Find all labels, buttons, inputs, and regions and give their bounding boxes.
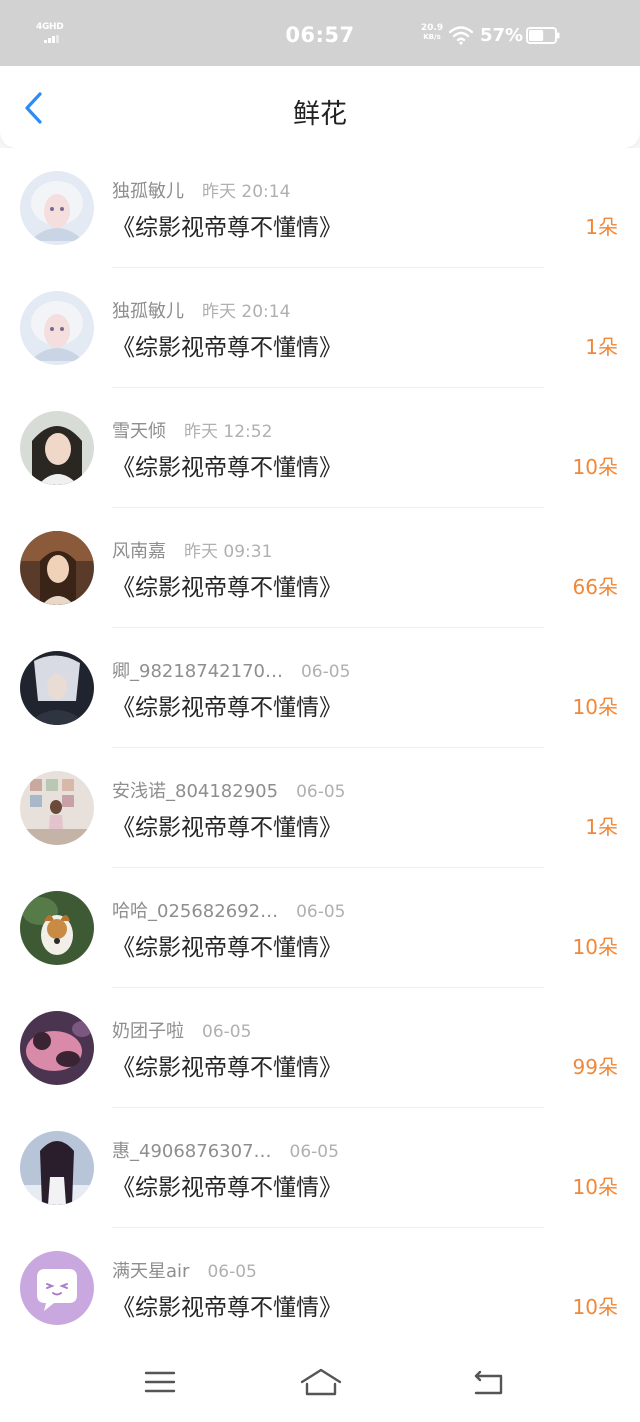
item-meta: 满天星air 06-05 [112, 1257, 257, 1283]
item-meta: 独孤敏儿 昨天 20:14 [112, 297, 291, 323]
user-name[interactable]: 奶团子啦 [112, 1017, 184, 1043]
list-item[interactable]: 卿_98218742170… 06-05 《综影视帝尊不懂情》 10朵 [0, 628, 640, 748]
list-item[interactable]: 独孤敏儿 昨天 20:14 《综影视帝尊不懂情》 1朵 [0, 148, 640, 268]
battery-percent: 57% [480, 25, 524, 46]
book-title[interactable]: 《综影视帝尊不懂情》 [112, 568, 342, 602]
status-bar: 4GHD 06:57 20.9 KB/s 57% [0, 0, 640, 66]
avatar[interactable] [20, 411, 94, 485]
menu-icon[interactable] [140, 1364, 180, 1400]
item-time: 06-05 [296, 902, 346, 922]
speed-value: 20.9 [420, 23, 444, 33]
user-name[interactable]: 满天星air [112, 1257, 189, 1283]
user-name[interactable]: 雪天倾 [112, 417, 166, 443]
avatar[interactable] [20, 531, 94, 605]
speed-unit: KB/s [423, 33, 441, 41]
list-item[interactable]: 安浅诺_804182905 06-05 《综影视帝尊不懂情》 1朵 [0, 748, 640, 868]
item-meta: 独孤敏儿 昨天 20:14 [112, 177, 291, 203]
list-item[interactable]: 雪天倾 昨天 12:52 《综影视帝尊不懂情》 10朵 [0, 388, 640, 508]
avatar[interactable] [20, 1011, 94, 1085]
flower-count: 10朵 [572, 455, 618, 479]
back-icon[interactable] [468, 1364, 508, 1400]
avatar[interactable] [20, 651, 94, 725]
flower-count: 99朵 [572, 1055, 618, 1079]
flower-count: 10朵 [572, 1175, 618, 1199]
item-time: 昨天 20:14 [202, 302, 291, 322]
item-time: 昨天 12:52 [184, 422, 273, 442]
item-meta: 安浅诺_804182905 06-05 [112, 777, 346, 803]
user-name[interactable]: 风南嘉 [112, 537, 166, 563]
flower-count: 10朵 [572, 695, 618, 719]
book-title[interactable]: 《综影视帝尊不懂情》 [112, 928, 342, 962]
item-time: 06-05 [202, 1022, 252, 1042]
flower-count: 10朵 [572, 1295, 618, 1319]
avatar[interactable] [20, 291, 94, 365]
user-name[interactable]: 卿_98218742170… [112, 657, 283, 683]
avatar[interactable] [20, 771, 94, 845]
list-item[interactable]: 惠_4906876307… 06-05 《综影视帝尊不懂情》 10朵 [0, 1108, 640, 1228]
user-name[interactable]: 独孤敏儿 [112, 297, 184, 323]
flower-count: 1朵 [585, 335, 618, 359]
item-time: 06-05 [289, 1142, 339, 1162]
list-item[interactable]: 风南嘉 昨天 09:31 《综影视帝尊不懂情》 66朵 [0, 508, 640, 628]
book-title[interactable]: 《综影视帝尊不懂情》 [112, 448, 342, 482]
list-item[interactable]: 哈哈_025682692… 06-05 《综影视帝尊不懂情》 10朵 [0, 868, 640, 988]
system-nav-bar [0, 1342, 640, 1422]
flower-count: 1朵 [585, 215, 618, 239]
avatar[interactable] [20, 891, 94, 965]
wifi-icon [449, 26, 473, 45]
book-title[interactable]: 《综影视帝尊不懂情》 [112, 1048, 342, 1082]
list-item[interactable]: 奶团子啦 06-05 《综影视帝尊不懂情》 99朵 [0, 988, 640, 1108]
avatar[interactable] [20, 171, 94, 245]
item-time: 06-05 [296, 782, 346, 802]
book-title[interactable]: 《综影视帝尊不懂情》 [112, 1168, 342, 1202]
item-time: 06-05 [207, 1262, 257, 1282]
item-time: 昨天 20:14 [202, 182, 291, 202]
battery-icon [526, 27, 560, 44]
app-header: 鲜花 [0, 66, 640, 148]
user-name[interactable]: 安浅诺_804182905 [112, 777, 278, 803]
list-item[interactable]: 独孤敏儿 昨天 20:14 《综影视帝尊不懂情》 1朵 [0, 268, 640, 388]
book-title[interactable]: 《综影视帝尊不懂情》 [112, 328, 342, 362]
user-name[interactable]: 哈哈_025682692… [112, 897, 278, 923]
user-name[interactable]: 惠_4906876307… [112, 1137, 272, 1163]
network-speed: 20.9 KB/s [418, 24, 446, 42]
book-title[interactable]: 《综影视帝尊不懂情》 [112, 1288, 342, 1322]
flower-list: 独孤敏儿 昨天 20:14 《综影视帝尊不懂情》 1朵 独孤敏儿 昨天 20:14 … [0, 148, 640, 1342]
list-item[interactable]: 满天星air 06-05 《综影视帝尊不懂情》 10朵 [0, 1228, 640, 1348]
book-title[interactable]: 《综影视帝尊不懂情》 [112, 688, 342, 722]
item-meta: 雪天倾 昨天 12:52 [112, 417, 273, 443]
flower-count: 10朵 [572, 935, 618, 959]
flower-count: 66朵 [572, 575, 618, 599]
avatar[interactable] [20, 1131, 94, 1205]
book-title[interactable]: 《综影视帝尊不懂情》 [112, 208, 342, 242]
item-meta: 奶团子啦 06-05 [112, 1017, 252, 1043]
avatar[interactable] [20, 1251, 94, 1325]
item-time: 06-05 [300, 662, 351, 682]
item-meta: 卿_98218742170… 06-05 [112, 657, 351, 683]
item-meta: 风南嘉 昨天 09:31 [112, 537, 273, 563]
item-meta: 哈哈_025682692… 06-05 [112, 897, 346, 923]
user-name[interactable]: 独孤敏儿 [112, 177, 184, 203]
home-icon[interactable] [298, 1364, 344, 1400]
flower-count: 1朵 [585, 815, 618, 839]
item-meta: 惠_4906876307… 06-05 [112, 1137, 339, 1163]
page-title: 鲜花 [293, 99, 347, 130]
item-time: 昨天 09:31 [184, 542, 273, 562]
book-title[interactable]: 《综影视帝尊不懂情》 [112, 808, 342, 842]
